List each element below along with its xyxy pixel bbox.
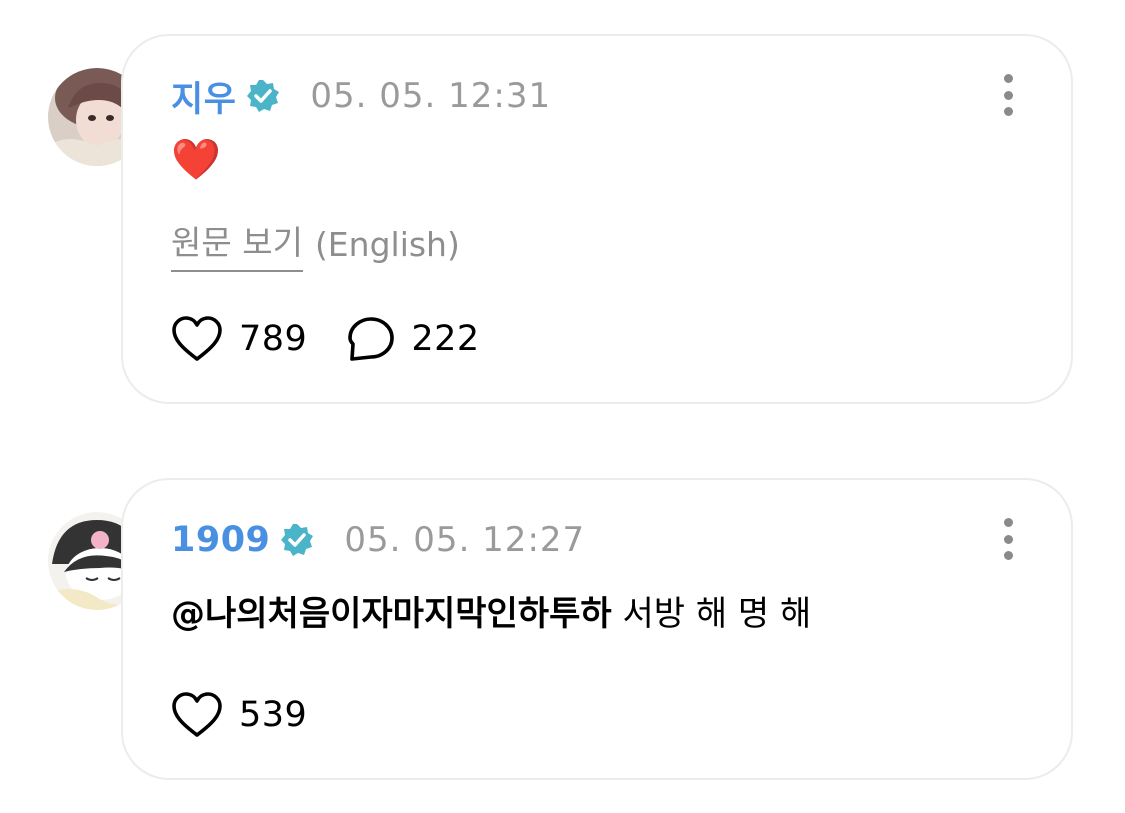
comment-timestamp: 05. 05. 12:27 [344, 520, 586, 560]
username[interactable]: 지우 [171, 71, 236, 122]
like-button[interactable]: 789 [171, 316, 307, 362]
comment-actions: 789 222 [171, 316, 520, 362]
username[interactable]: 1909 [171, 520, 270, 560]
comment-header: 1909 05. 05. 12:27 [171, 516, 585, 564]
comment-text: @나의처음이자마지막인하투하 서방 해 명 해 [171, 586, 811, 635]
original-language-label: (English) [314, 225, 460, 264]
comment-body: 서방 해 명 해 [611, 594, 812, 634]
comment-text: ❤️ [171, 137, 221, 183]
comment-timestamp: 05. 05. 12:31 [310, 76, 552, 116]
reply-button[interactable]: 222 [347, 316, 479, 362]
like-button[interactable]: 539 [171, 692, 307, 738]
more-options-icon[interactable] [997, 74, 1019, 116]
comment-card: 지우 05. 05. 12:31 ❤️ 원문 보기 (English) 789 [121, 34, 1073, 404]
like-count: 539 [239, 695, 308, 735]
comment-bubble-icon [348, 317, 395, 361]
more-options-icon[interactable] [997, 518, 1019, 560]
view-original-link[interactable]: 원문 보기 [171, 216, 303, 272]
user-mention[interactable]: @나의처음이자마지막인하투하 [171, 594, 612, 634]
comment-actions: 539 [171, 692, 347, 738]
comments-page: 지우 05. 05. 12:31 ❤️ 원문 보기 (English) 789 [0, 0, 1125, 813]
heart-icon [172, 692, 222, 737]
reply-count: 222 [411, 319, 480, 359]
translation-toggle: 원문 보기 (English) [171, 216, 460, 272]
comment-header: 지우 05. 05. 12:31 [171, 72, 551, 120]
comment-card: 1909 05. 05. 12:27 @나의처음이자마지막인하투하 서방 해 명… [121, 478, 1073, 780]
verified-badge-icon [246, 79, 280, 113]
heart-icon [172, 316, 222, 361]
verified-badge-icon [280, 523, 314, 557]
like-count: 789 [239, 319, 308, 359]
